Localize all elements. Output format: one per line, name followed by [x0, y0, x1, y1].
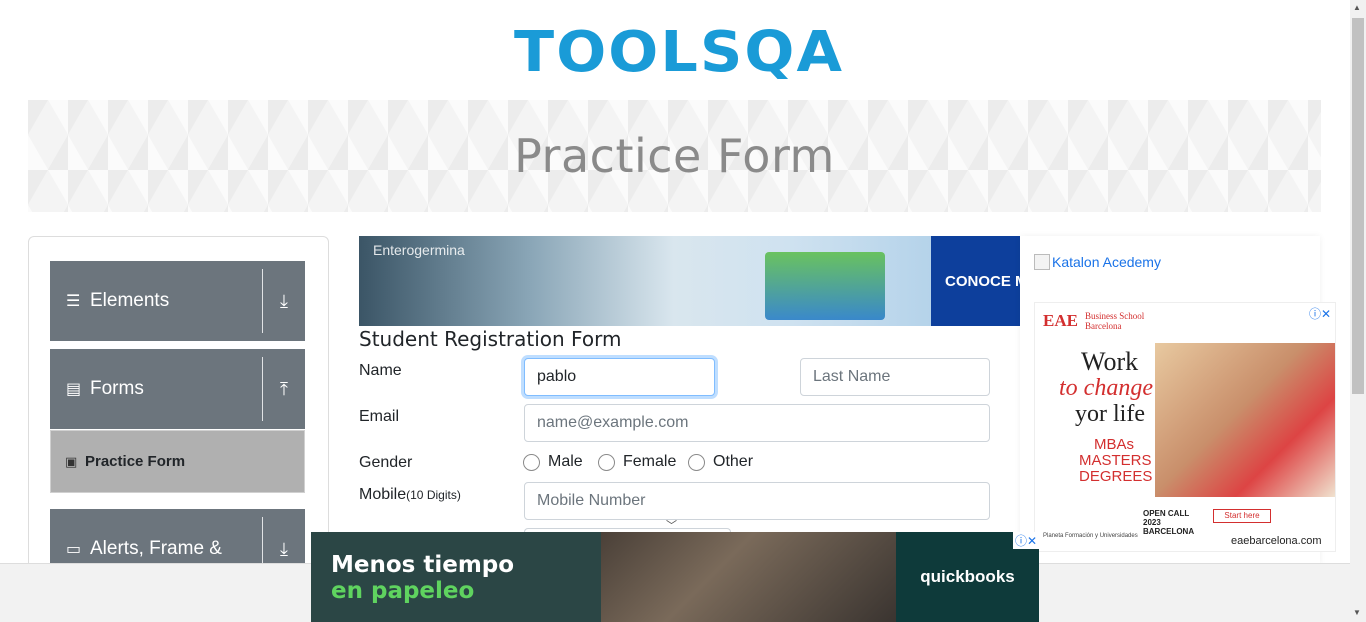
eae-ad[interactable]: EAE Business School Barcelona ⓘ✕ Work to…: [1034, 302, 1336, 552]
eae-headline-1: Work: [1081, 347, 1139, 376]
mobile-input[interactable]: [524, 482, 990, 520]
eae-headline-2: to change: [1059, 375, 1153, 401]
form-title: Student Registration Form: [359, 327, 622, 351]
broken-image-icon: [1034, 254, 1050, 270]
gender-female-radio[interactable]: Female: [598, 453, 676, 471]
mobile-label: Mobile(10 Digits): [359, 486, 461, 504]
ad-photo: [1155, 343, 1335, 497]
email-label: Email: [359, 408, 400, 425]
last-name-input[interactable]: [800, 358, 990, 396]
logo-text: TOOLSQA: [514, 20, 845, 85]
radio-label: Other: [713, 453, 754, 470]
scrollbar-thumb[interactable]: [1352, 18, 1364, 394]
product-image: [765, 252, 885, 320]
enterogermina-ad[interactable]: Enterogermina CONOCE M: [359, 236, 1020, 326]
close-icon[interactable]: ⓘ✕: [1012, 532, 1039, 549]
document-icon: ▤: [66, 381, 82, 398]
download-icon[interactable]: ⤓: [263, 539, 305, 560]
mobile-hint: (10 Digits): [406, 488, 461, 502]
hamburger-icon: ☰: [66, 293, 81, 310]
page-banner: Practice Form: [28, 100, 1321, 212]
eae-degrees: MBAs MASTERS DEGREES: [1079, 436, 1153, 485]
katalon-alt-text: Katalon Acedemy: [1052, 254, 1161, 270]
mobile-label-text: Mobile: [359, 486, 407, 503]
close-icon[interactable]: ⓘ✕: [1309, 305, 1331, 322]
divider: [262, 357, 263, 421]
eae-open-call: OPEN CALL 2023 BARCELONA: [1143, 509, 1195, 536]
ad-photo: Enterogermina: [359, 236, 931, 326]
radio-circle[interactable]: [688, 453, 705, 471]
eae-school: Business School Barcelona: [1085, 311, 1145, 331]
ad-photo: [601, 532, 896, 622]
divider: [262, 269, 263, 333]
ad-line-1: Menos tiempo: [331, 552, 515, 578]
sidebar-group-label: Forms: [90, 378, 144, 399]
radio-label: Female: [623, 453, 677, 470]
eae-url: eaebarcelona.com: [1231, 535, 1322, 547]
email-input[interactable]: [524, 404, 990, 442]
name-label: Name: [359, 362, 402, 379]
sidebar-group-label: Elements: [90, 290, 170, 311]
scroll-down-icon[interactable]: ▼: [1353, 608, 1361, 617]
gender-other-radio[interactable]: Other: [688, 453, 753, 471]
radio-circle[interactable]: [598, 453, 615, 471]
sidebar-item-practice-form[interactable]: ▣ Practice Form: [50, 430, 305, 493]
window-icon: ▭: [66, 541, 82, 558]
gender-label: Gender: [359, 454, 413, 471]
sidebar-group-elements[interactable]: ☰ Elements ⤓: [50, 261, 305, 341]
katalon-ad-link[interactable]: Katalon Acedemy: [1034, 254, 1161, 270]
gender-male-radio[interactable]: Male: [523, 453, 583, 471]
form-icon: ▣: [65, 453, 78, 469]
upload-icon[interactable]: ⤒: [263, 379, 305, 400]
chevron-down-icon: ﹀: [666, 520, 677, 532]
eae-brand: EAE: [1043, 311, 1078, 330]
eae-planeta: Planeta Formación y Universidades: [1043, 533, 1138, 539]
start-here-button[interactable]: Start here: [1213, 509, 1271, 523]
radio-circle[interactable]: [523, 453, 540, 471]
download-icon[interactable]: ⤓: [263, 291, 305, 312]
eae-headline-3: yor life: [1075, 401, 1145, 427]
ad-text-panel: Menos tiempo en papeleo: [311, 532, 601, 622]
sidebar-item-label: Practice Form: [85, 453, 186, 470]
quickbooks-ad[interactable]: Menos tiempo en papeleo quickbooks ⓘ✕: [311, 532, 1039, 622]
sidebar-group-label: Alerts, Frame &: [90, 538, 222, 559]
toolsqa-logo[interactable]: TOOLSQA: [514, 16, 842, 90]
ad-line-2: en papeleo: [331, 578, 475, 604]
ad-brand: Enterogermina: [373, 242, 465, 258]
scroll-up-icon[interactable]: ▲: [1353, 3, 1361, 12]
first-name-input[interactable]: [524, 358, 715, 396]
page-title: Practice Form: [514, 129, 835, 183]
ad-cta[interactable]: CONOCE M: [931, 236, 1020, 326]
sidebar-group-forms[interactable]: ▤ Forms ⤒: [50, 349, 305, 429]
radio-label: Male: [548, 453, 583, 470]
